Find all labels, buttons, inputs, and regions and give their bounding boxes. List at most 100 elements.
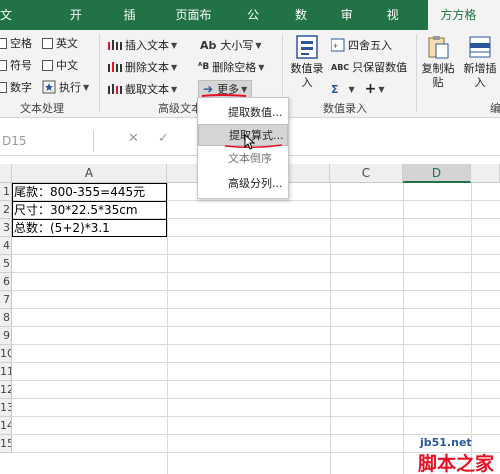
checkbox-chinese[interactable]: 中文 — [42, 56, 78, 74]
grid-row-line — [12, 398, 500, 399]
new-insert-label: 新增插入 — [463, 62, 497, 89]
column-header-d[interactable]: D — [403, 164, 471, 183]
grid-row-line — [12, 326, 500, 327]
grid-row-line — [12, 272, 500, 273]
checkbox-chinese-label: 中文 — [56, 59, 78, 72]
chevron-down-icon: ▼ — [255, 40, 262, 50]
tab-review[interactable]: 审阅 — [331, 0, 375, 52]
tab-insert[interactable]: 插入 — [114, 0, 158, 52]
row-header-9[interactable]: 9 — [0, 327, 12, 345]
round-button[interactable]: + 四舍五入 — [330, 36, 392, 54]
chevron-down-icon: ▼ — [171, 84, 178, 94]
checkbox-symbol-label: 符号 — [10, 59, 32, 72]
delete-text-icon — [108, 60, 122, 74]
clipboard-icon — [426, 34, 450, 60]
execute-label: 执行 — [59, 81, 81, 94]
cell-border-line — [12, 219, 167, 220]
checkbox-icon — [0, 37, 7, 49]
checkbox-english[interactable]: 英文 — [42, 34, 78, 52]
keep-numbers-button[interactable]: ABC 只保留数值 — [331, 58, 407, 76]
checkbox-symbol[interactable]: 符号 — [0, 56, 32, 74]
number-tools-button[interactable]: Σ ▼ + ▼ — [331, 80, 385, 98]
column-header-a[interactable]: A — [12, 164, 167, 183]
tab-view[interactable]: 视图 — [377, 0, 421, 52]
row-header-14[interactable]: 14 — [0, 417, 12, 435]
number-entry-label: 数值录入 — [290, 62, 324, 89]
chevron-down-icon: ▼ — [378, 84, 385, 94]
cancel-icon[interactable]: ✕ — [128, 131, 139, 146]
cell-range-border — [12, 183, 167, 237]
row-header-10[interactable]: 10 — [0, 345, 12, 363]
row-header-11[interactable]: 11 — [0, 363, 12, 381]
row-header-5[interactable]: 5 — [0, 255, 12, 273]
ribbon-tab-bar: 文件 开始 插入 页面布局 公式 数据 审阅 视图 方方格子 — [0, 0, 500, 52]
menu-item-advanced-split[interactable]: 高级分列... — [198, 173, 288, 195]
row-header-2[interactable]: 2 — [0, 201, 12, 219]
number-entry-icon — [295, 34, 319, 60]
svg-text:+: + — [333, 41, 338, 51]
checkbox-number[interactable]: 数字 — [0, 78, 32, 96]
group-separator — [99, 34, 100, 112]
tab-page-layout[interactable]: 页面布局 — [165, 0, 233, 52]
select-all-corner[interactable] — [0, 164, 12, 183]
case-icon: Ab — [200, 38, 217, 52]
extract-text-icon — [108, 82, 122, 96]
row-header-7[interactable]: 7 — [0, 291, 12, 309]
grid-row-line — [12, 308, 500, 309]
row-header-4[interactable]: 4 — [0, 237, 12, 255]
checkbox-icon — [0, 59, 7, 71]
abc-icon: ABC — [331, 62, 350, 72]
cell-border-line — [12, 201, 167, 202]
delete-text-button[interactable]: 删除文本 ▼ — [108, 58, 177, 76]
plus-icon: + — [364, 81, 377, 97]
watermark-site: jb51.net — [420, 436, 472, 449]
insert-text-button[interactable]: 插入文本 ▼ — [108, 36, 177, 54]
row-header-13[interactable]: 13 — [0, 399, 12, 417]
grid-column-line — [471, 183, 472, 474]
grid-row-line — [12, 290, 500, 291]
new-insert-button[interactable]: 新增插入 — [462, 34, 498, 90]
chevron-down-icon: ▼ — [258, 62, 265, 72]
row-header-1[interactable]: 1 — [0, 183, 12, 201]
execute-button[interactable]: 执行 ▼ — [42, 78, 89, 96]
grid-row-line — [12, 434, 500, 435]
confirm-icon[interactable]: ✓ — [158, 131, 169, 146]
extract-text-button[interactable]: 截取文本 ▼ — [108, 80, 177, 98]
row-header-3[interactable]: 3 — [0, 219, 12, 237]
checkbox-space-label: 空格 — [10, 37, 32, 50]
tab-home[interactable]: 开始 — [60, 0, 104, 52]
checkbox-space[interactable]: 空格 — [0, 34, 32, 52]
group-label-text-processing: 文本处理 — [20, 102, 64, 115]
chevron-down-icon: ▼ — [83, 82, 90, 92]
tab-file[interactable]: 文件 — [0, 0, 34, 52]
mouse-cursor-icon — [244, 134, 256, 150]
menu-item-extract-number[interactable]: 提取数值... — [198, 102, 288, 124]
row-header-15[interactable]: 15 — [0, 435, 12, 453]
tab-fangfang[interactable]: 方方格子 — [428, 0, 500, 52]
case-button[interactable]: Ab 大小写 ▼ — [200, 36, 262, 54]
insert-text-label: 插入文本 — [125, 39, 169, 52]
checkbox-icon — [42, 59, 53, 71]
column-header-c[interactable]: C — [330, 164, 403, 183]
checkbox-icon — [0, 81, 7, 93]
grid-row-line — [12, 380, 500, 381]
tab-formulas[interactable]: 公式 — [237, 0, 281, 52]
column-header-e[interactable] — [471, 164, 500, 183]
checkbox-english-label: 英文 — [56, 37, 78, 50]
delete-space-button[interactable]: ᴬB 删除空格 ▼ — [198, 58, 264, 76]
delete-space-label: 删除空格 — [212, 61, 257, 74]
checkbox-number-label: 数字 — [10, 81, 32, 94]
copy-paste-label: 复制粘贴 — [421, 62, 455, 89]
tab-data[interactable]: 数据 — [285, 0, 329, 52]
copy-paste-button[interactable]: 复制粘贴 — [420, 34, 456, 90]
row-header-8[interactable]: 8 — [0, 309, 12, 327]
name-box[interactable]: D15 — [0, 130, 94, 152]
row-header-6[interactable]: 6 — [0, 273, 12, 291]
grid-row-line — [12, 344, 500, 345]
chevron-down-icon: ▼ — [171, 62, 178, 72]
more-dropdown-menu: 提取数值... 提取算式... 文本倒序 高级分列... — [197, 97, 289, 199]
chevron-down-icon: ▼ — [348, 84, 355, 94]
number-entry-button[interactable]: 数值录入 — [287, 34, 327, 90]
row-header-12[interactable]: 12 — [0, 381, 12, 399]
chevron-down-icon: ▼ — [171, 40, 178, 50]
